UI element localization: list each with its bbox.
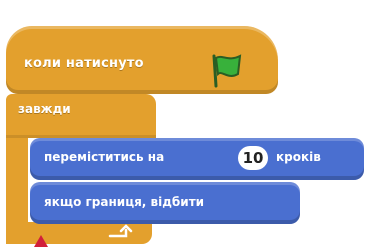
- move-steps-block[interactable]: переміститись на 10 кроків: [30, 138, 364, 180]
- forever-label: завжди: [18, 102, 71, 116]
- when-flag-clicked-block[interactable]: коли натиснуто: [6, 26, 278, 94]
- loop-arrow-icon: [106, 224, 136, 240]
- bounce-on-edge-block[interactable]: якщо границя, відбити: [30, 182, 300, 224]
- move-label: переміститись на: [44, 150, 165, 164]
- bounce-label: якщо границя, відбити: [44, 195, 205, 209]
- forever-block[interactable]: завжди: [6, 94, 156, 138]
- red-triangle-icon: [34, 232, 48, 247]
- forever-block-side: [6, 138, 28, 230]
- green-flag-icon: [206, 52, 246, 88]
- script-canvas: коли натиснуто завжди переміститись на 1…: [0, 0, 371, 247]
- when-flag-clicked-label: коли натиснуто: [24, 56, 144, 71]
- steps-unit-label: кроків: [276, 150, 321, 164]
- steps-input[interactable]: 10: [238, 146, 268, 170]
